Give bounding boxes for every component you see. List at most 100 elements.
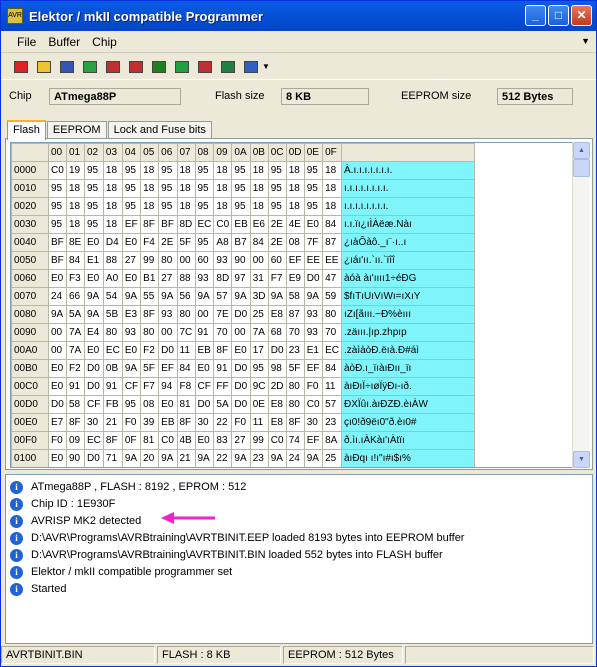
hex-byte-cell[interactable]: 8E [66,233,85,252]
hex-byte-cell[interactable]: D0 [84,449,104,467]
hex-byte-cell[interactable]: 18 [213,197,233,216]
hex-byte-cell[interactable]: 39 [140,413,160,432]
hex-byte-cell[interactable]: 80 [102,323,123,342]
close-button[interactable]: ✕ [571,5,592,26]
hex-byte-cell[interactable]: 21 [176,449,196,467]
hex-byte-cell[interactable]: E0 [48,449,67,467]
hex-byte-cell[interactable]: E0 [121,233,142,252]
hex-byte-cell[interactable]: F0 [231,413,251,432]
ascii-cell[interactable]: .zàìàòÐ.ëıà.Ð#áì [341,341,475,360]
hex-byte-cell[interactable]: 18 [285,179,305,198]
settings-icon[interactable] [241,57,261,77]
hex-byte-cell[interactable]: 80 [140,323,160,342]
hex-byte-cell[interactable]: 87 [285,305,305,324]
hex-byte-cell[interactable]: 8F [102,431,123,450]
hex-byte-cell[interactable]: 91 [213,359,233,378]
read-flash-icon[interactable] [126,57,146,77]
hex-byte-cell[interactable]: 18 [102,197,123,216]
hex-byte-cell[interactable]: D0 [231,377,251,396]
hex-byte-cell[interactable]: 3D [249,287,269,306]
hex-byte-cell[interactable]: 18 [285,161,305,180]
hex-byte-cell[interactable]: 99 [249,431,269,450]
hex-byte-cell[interactable]: 8F [140,305,160,324]
eraser-icon[interactable] [11,57,31,77]
hex-byte-cell[interactable]: 18 [176,161,196,180]
hex-byte-cell[interactable]: 7A [66,341,85,360]
hex-byte-cell[interactable]: D0 [231,395,251,414]
hex-byte-cell[interactable]: 70 [285,323,305,342]
hex-byte-cell[interactable]: 19 [66,161,85,180]
hex-byte-cell[interactable]: B7 [231,233,251,252]
ascii-cell[interactable]: À.ı.ı.ı.ı.ı.ı.ı. [341,161,475,180]
hex-byte-cell[interactable]: 95 [303,179,324,198]
hex-byte-cell[interactable]: 84 [176,359,196,378]
hex-byte-cell[interactable]: F2 [140,341,160,360]
read-chip-icon[interactable] [80,57,100,77]
hex-byte-cell[interactable]: 83 [213,431,233,450]
hex-byte-cell[interactable]: 97 [231,269,251,288]
hex-byte-cell[interactable]: 22 [213,413,233,432]
hex-byte-cell[interactable]: EF [285,251,305,270]
menu-file[interactable]: File [11,35,42,49]
hex-byte-cell[interactable]: E7 [48,413,67,432]
hex-byte-cell[interactable]: 11 [176,341,196,360]
hex-byte-cell[interactable]: 00 [176,251,196,270]
hex-byte-cell[interactable]: 9A [121,449,142,467]
hex-byte-cell[interactable]: E0 [84,341,104,360]
hex-byte-cell[interactable]: 80 [176,305,196,324]
hex-byte-cell[interactable]: 8F [213,341,233,360]
hex-byte-cell[interactable]: 9A [84,305,104,324]
hex-byte-cell[interactable]: 95 [303,197,324,216]
ascii-cell[interactable]: àóà àı'ıııı1÷éÐG [341,269,475,288]
hex-byte-cell[interactable]: 24 [285,449,305,467]
hex-byte-cell[interactable]: E0 [231,341,251,360]
hex-byte-cell[interactable]: 18 [213,179,233,198]
hex-byte-cell[interactable]: 08 [285,233,305,252]
tab-flash[interactable]: Flash [7,120,46,140]
hex-byte-cell[interactable]: D0 [194,395,215,414]
hex-byte-cell[interactable]: EC [194,215,215,234]
hex-byte-cell[interactable]: E0 [194,431,215,450]
hex-byte-cell[interactable]: 18 [322,179,342,198]
scroll-thumb[interactable] [573,159,590,177]
hex-byte-cell[interactable]: 95 [84,215,104,234]
hex-byte-cell[interactable]: E4 [84,323,104,342]
hex-byte-cell[interactable]: 9A [194,287,215,306]
hex-byte-cell[interactable]: 18 [285,197,305,216]
hex-byte-cell[interactable]: C0 [158,431,178,450]
hex-byte-cell[interactable]: 9A [194,449,215,467]
hex-byte-cell[interactable]: 95 [48,215,67,234]
hex-byte-cell[interactable]: 25 [249,305,269,324]
tab-eeprom[interactable]: EEPROM [46,121,107,139]
hex-byte-cell[interactable]: E0 [158,395,178,414]
hex-byte-cell[interactable]: 0E [249,395,269,414]
hex-byte-cell[interactable]: 70 [213,323,233,342]
hex-byte-cell[interactable]: 95 [303,161,324,180]
ascii-cell[interactable]: ıZı[ãııı.~Ð%èııı [341,305,475,324]
hex-byte-cell[interactable]: 9C [249,377,269,396]
hex-byte-cell[interactable]: 9A [48,305,67,324]
hex-byte-cell[interactable]: 4E [285,215,305,234]
verify-icon[interactable] [172,57,192,77]
toolbar-chevron-icon[interactable]: ▼ [262,62,270,71]
hex-byte-cell[interactable]: D0 [267,341,287,360]
hex-byte-cell[interactable]: 9A [267,449,287,467]
hex-byte-cell[interactable]: B1 [140,269,160,288]
hex-byte-cell[interactable]: 0F [121,431,142,450]
hex-byte-cell[interactable]: E8 [267,305,287,324]
hex-byte-cell[interactable]: 93 [303,305,324,324]
hex-byte-cell[interactable]: 23 [249,449,269,467]
hex-byte-cell[interactable]: 95 [84,179,104,198]
hex-byte-cell[interactable]: 18 [249,179,269,198]
hex-byte-cell[interactable]: 7C [176,323,196,342]
hex-byte-cell[interactable]: EB [158,413,178,432]
hex-byte-cell[interactable]: 95 [194,197,215,216]
hex-byte-cell[interactable]: 18 [102,215,123,234]
hex-byte-cell[interactable]: 55 [140,287,160,306]
hex-byte-cell[interactable]: E0 [84,269,104,288]
hex-byte-cell[interactable]: 84 [249,233,269,252]
hex-byte-cell[interactable]: 8F [66,413,85,432]
hex-byte-cell[interactable]: 81 [176,395,196,414]
hex-byte-cell[interactable]: 95 [84,161,104,180]
hex-byte-cell[interactable]: 93 [303,323,324,342]
